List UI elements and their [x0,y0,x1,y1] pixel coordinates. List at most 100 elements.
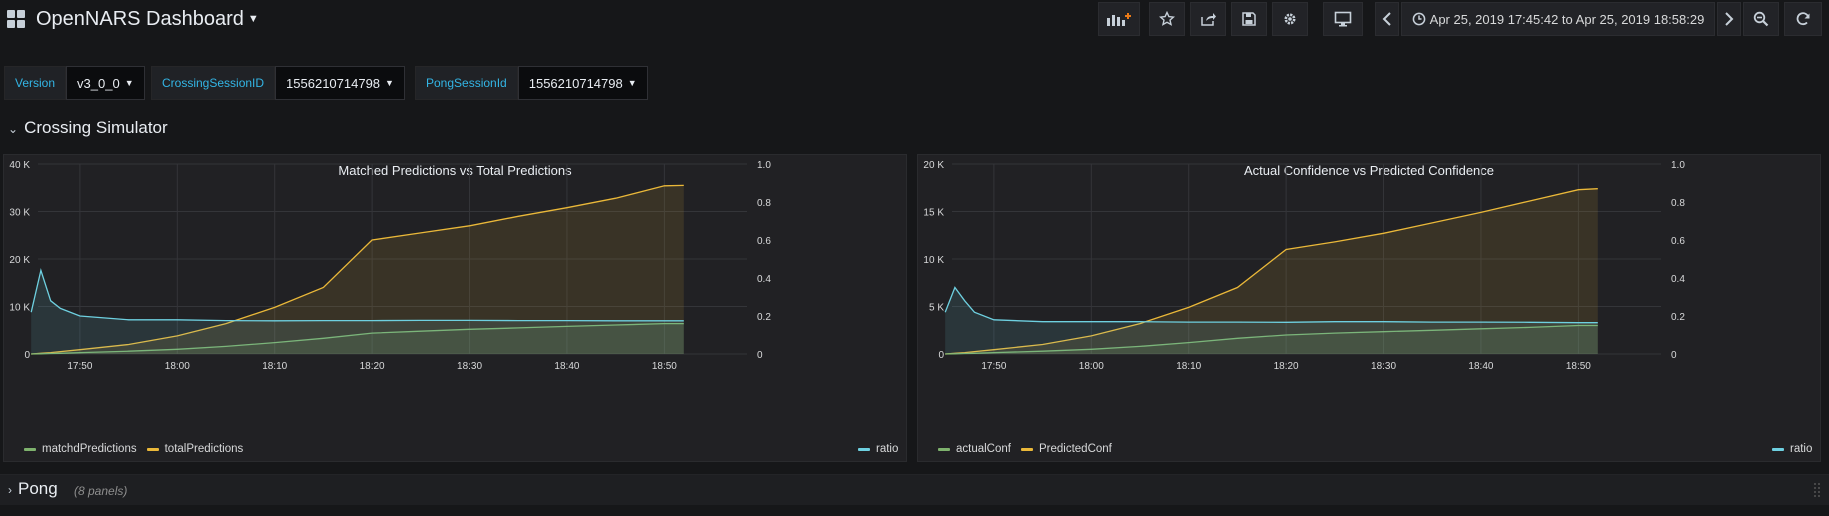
share-icon [1201,13,1216,26]
legend-item-ratio[interactable]: ratio [1772,443,1812,455]
chevron-left-icon [1382,12,1391,26]
y-tick-label-left: 0 [24,350,30,361]
drag-handle-icon[interactable] [1813,481,1821,499]
y-tick-label-left: 5 K [929,303,944,314]
star-button[interactable] [1149,2,1185,36]
top-navbar: OpenNARS Dashboard ▼ Apr 25, 2019 17:45:4… [0,0,1829,40]
legend-item-actualconf[interactable]: actualConf [938,443,1011,455]
legend-label: PredictedConf [1038,443,1112,455]
save-button[interactable] [1231,2,1267,36]
version-select[interactable]: v3_0_0 ▼ [66,66,145,100]
y-tick-label-right: 0.8 [757,198,771,209]
legend-item-matchdpredictions[interactable]: matchdPredictions [24,443,137,455]
x-tick-label: 18:20 [1274,361,1299,372]
x-tick-label: 18:30 [457,361,482,372]
tv-mode-button[interactable] [1323,2,1363,36]
legend-swatch [24,447,36,451]
x-tick-label: 18:10 [262,361,287,372]
settings-button[interactable] [1272,2,1308,36]
x-tick-label: 18:10 [1176,361,1201,372]
caret-down-icon: ▼ [627,78,637,88]
y-tick-label-left: 15 K [923,208,944,219]
plot-area: 0 5 K 10 K 15 K 20 K 0 0.2 0.4 0.6 0.8 1.0 17:50 18:… [923,160,1685,372]
y-tick-label-right: 0 [1671,350,1677,361]
gear-icon [1284,13,1296,25]
crossing-session-select[interactable]: 1556210714798 ▼ [275,66,405,100]
zoom-out-button[interactable] [1743,2,1779,36]
zoom-out-icon [1753,11,1769,27]
legend-label: ratio [876,443,899,455]
star-icon [1159,11,1175,26]
variable-value: 1556210714798 [286,75,381,91]
x-tick-label: 18:50 [652,361,677,372]
y-tick-label-right: 0.2 [1671,312,1685,323]
panel-actual-vs-predicted: Actual Confidence vs Predicted Confidenc… [917,154,1821,462]
chevron-right-icon: › [8,483,12,497]
y-tick-label-right: 0.4 [1671,274,1685,285]
variable-label: Version [4,66,67,100]
y-tick-label-right: 0.6 [1671,236,1685,247]
y-tick-label-right: 0.4 [757,274,771,285]
y-tick-label-left: 0 [938,350,944,361]
y-tick-label-left: 10 K [923,255,944,266]
x-tick-label: 17:50 [981,361,1006,372]
add-panel-icon [1107,13,1131,26]
legend-item-predictedconf[interactable]: PredictedConf [1020,443,1112,455]
x-tick-label: 18:00 [1079,361,1104,372]
row-panel-count: (8 panels) [74,484,128,498]
caret-down-icon: ▼ [124,78,134,88]
x-tick-label: 18:20 [360,361,385,372]
legend-swatch [858,447,870,451]
add-panel-button[interactable] [1098,2,1140,36]
variable-label: PongSessionId [415,66,518,100]
x-tick-label: 18:50 [1566,361,1591,372]
legend-label: ratio [1790,443,1813,455]
row-title: › Pong [8,479,58,499]
variable-version: Version v3_0_0 ▼ [4,66,145,100]
x-tick-label: 17:50 [67,361,92,372]
dashboard-grid-icon[interactable] [7,10,26,29]
chart-legend-right: ratio [858,443,898,455]
legend-label: totalPredictions [164,443,244,455]
chart-legend: actualConf PredictedConf [938,443,1122,455]
row-title-text: Pong [18,479,58,498]
monitor-icon [1334,11,1352,27]
legend-label: actualConf [956,443,1011,455]
dashboard-title-text: OpenNARS Dashboard [36,8,244,30]
y-tick-label-left: 20 K [9,255,30,266]
row-pong[interactable]: › Pong (8 panels) [0,474,1829,505]
pong-session-select[interactable]: 1556210714798 ▼ [517,66,648,100]
refresh-button[interactable] [1784,2,1822,36]
share-button[interactable] [1190,2,1226,36]
time-range-text: Apr 25, 2019 17:45:42 to Apr 25, 2019 18… [1429,11,1705,27]
save-icon [1242,12,1256,26]
legend-swatch [1020,447,1033,451]
chart-actual-vs-predicted: 0 5 K 10 K 15 K 20 K 0 0.2 0.4 0.6 0.8 1.0 17:50 18:… [923,160,1685,372]
legend-swatch [146,447,159,451]
legend-item-ratio[interactable]: ratio [858,443,898,455]
legend-item-totalpredictions[interactable]: totalPredictions [146,443,244,455]
variable-value: 1556210714798 [528,75,623,91]
dashboard-title[interactable]: OpenNARS Dashboard ▼ [36,8,259,31]
y-tick-label-right: 0.6 [757,236,771,247]
panel-matched-vs-total: Matched Predictions vs Total Predictions… [3,154,907,462]
variable-label: CrossingSessionID [151,66,276,100]
time-forward-button[interactable] [1717,2,1741,36]
clock-icon [1412,12,1426,26]
y-tick-label-left: 10 K [9,303,30,314]
legend-swatch [1772,447,1784,451]
row-crossing-simulator[interactable]: ⌄ Crossing Simulator [8,118,168,138]
legend-swatch [938,447,950,451]
x-tick-label: 18:40 [1468,361,1493,372]
variable-value: v3_0_0 [77,75,120,91]
x-tick-label: 18:40 [554,361,579,372]
y-tick-label-left: 20 K [923,160,944,171]
time-range-picker[interactable]: Apr 25, 2019 17:45:42 to Apr 25, 2019 18… [1401,2,1715,36]
time-back-button[interactable] [1375,2,1399,36]
row-title-text: Crossing Simulator [24,118,168,137]
y-tick-label-left: 40 K [9,160,30,171]
y-tick-label-right: 1.0 [1671,160,1685,171]
x-tick-label: 18:30 [1371,361,1396,372]
y-tick-label-right: 0 [757,350,763,361]
legend-label: matchdPredictions [42,443,137,455]
